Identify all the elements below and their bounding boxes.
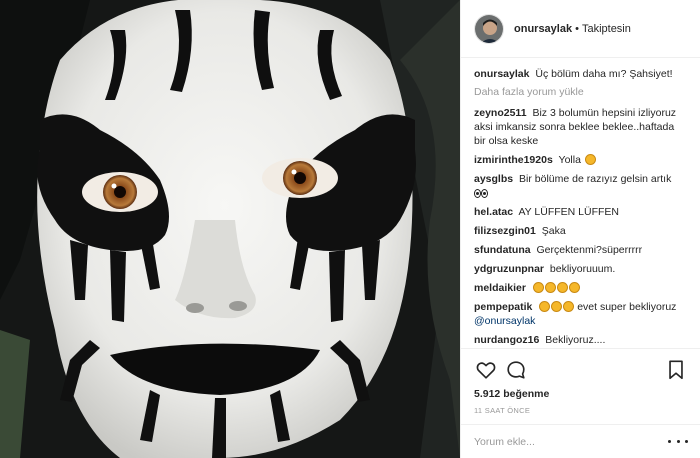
header-text: onursaylak • Takiptesin (514, 23, 631, 35)
comment-username[interactable]: nurdangoz16 (474, 334, 539, 345)
load-more-comments[interactable]: Daha fazla yorum yükle (474, 86, 687, 98)
eyes-emoji-icon (474, 189, 481, 198)
clap-emoji-icon (556, 282, 568, 293)
clap-emoji-icon (539, 301, 551, 312)
caption-text: Üç bölüm daha mı? Şahsiyet! (535, 68, 673, 80)
comment-text: evet super bekliyoruz (577, 301, 677, 313)
comment-list: onursaylak Üç bölüm daha mı? Şahsiyet! D… (461, 58, 700, 345)
comment-item: ydgruzunpnar bekliyoruuum. (474, 262, 687, 276)
comment-input[interactable] (474, 435, 654, 448)
header-username[interactable]: onursaylak (514, 23, 572, 35)
clap-emoji-icon (544, 282, 556, 293)
more-options-icon[interactable] (668, 435, 688, 449)
post-actions: 5.912 beğenme 11 SAAT ÖNCE (461, 348, 700, 415)
face-paint-portrait (0, 0, 460, 458)
eyes-emoji-icon (481, 189, 488, 198)
clap-emoji-icon (568, 282, 580, 293)
comment-text: Gerçektenmi?süperrrrr (536, 244, 643, 256)
header-separator: • (575, 22, 579, 35)
comment-text: Bekliyoruz.... (545, 334, 606, 345)
comment-item: filizsezgin01 Şaka (474, 224, 687, 238)
comment-item: sfundatuna Gerçektenmi?süperrrrr (474, 243, 687, 257)
bookmark-icon[interactable] (664, 358, 688, 382)
comment-mention[interactable]: @onursaylak (474, 315, 535, 327)
avatar[interactable] (474, 13, 504, 44)
comment-item: hel.atac AY LÜFFEN LÜFFEN (474, 205, 687, 219)
clap-emoji-icon (532, 282, 544, 293)
comment-username[interactable]: sfundatuna (474, 244, 531, 256)
smile-emoji-icon (584, 154, 596, 165)
comment-text: Yolla (558, 154, 581, 166)
comment-item: zeyno2511 Biz 3 bolumün hepsini izliyoru… (474, 106, 687, 148)
follow-status[interactable]: Takiptesin (582, 23, 631, 35)
comment-text: AY LÜFFEN LÜFFEN (518, 206, 619, 218)
action-icon-row (474, 357, 688, 383)
like-count[interactable]: 5.912 beğenme (474, 388, 688, 400)
caption-username[interactable]: onursaylak (474, 68, 529, 80)
comment-item: meldaikier (474, 281, 687, 295)
comment-username[interactable]: zeyno2511 (474, 107, 527, 119)
comment-username[interactable]: meldaikier (474, 282, 526, 294)
comment-item: aysglbs Bir bölüme de razıyız gelsin art… (474, 172, 687, 200)
avatar-image (475, 14, 503, 43)
comment-username[interactable]: ydgruzunpnar (474, 263, 544, 275)
comment-item: izmirinthe1920s Yolla (474, 153, 687, 167)
caption: onursaylak Üç bölüm daha mı? Şahsiyet! (474, 67, 687, 81)
comment-username[interactable]: hel.atac (474, 206, 513, 218)
post-sidebar: onursaylak • Takiptesin onursaylak Üç bölü… (460, 0, 700, 458)
post-timestamp: 11 SAAT ÖNCE (474, 406, 531, 415)
comment-text: Bir bölüme de razıyız gelsin artık (519, 173, 672, 185)
comment-item: nurdangoz16 Bekliyoruz.... (474, 333, 687, 345)
heart-outline-icon[interactable] (474, 358, 498, 382)
comment-username[interactable]: izmirinthe1920s (474, 154, 553, 166)
comment-text: bekliyoruuum. (549, 263, 616, 275)
post-header: onursaylak • Takiptesin (461, 0, 700, 58)
comment-username[interactable]: aysglbs (474, 173, 513, 185)
post-photo[interactable] (0, 0, 460, 458)
comment-username[interactable]: pempepatik (474, 301, 532, 313)
add-comment-bar (461, 424, 700, 458)
comment-item: pempepatik evet super bekliyoruz @onursa… (474, 300, 687, 328)
comment-username[interactable]: filizsezgin01 (474, 225, 536, 237)
comment-text: Şaka (541, 225, 566, 237)
clap-emoji-icon (551, 301, 563, 312)
speech-bubble-icon[interactable] (504, 358, 528, 382)
laugh-emoji-icon (563, 301, 575, 312)
